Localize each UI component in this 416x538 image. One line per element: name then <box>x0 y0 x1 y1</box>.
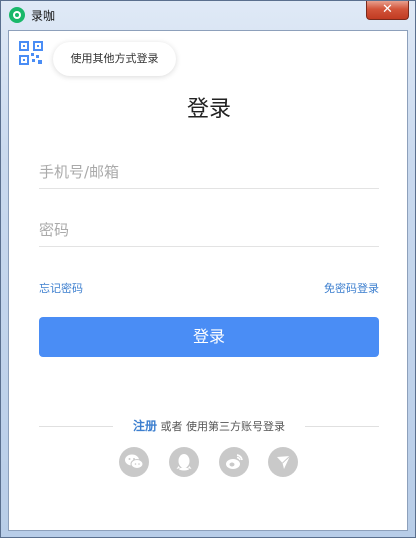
window-title: 录咖 <box>31 9 56 23</box>
third-party-prompt: 注册 或者 使用第三方账号登录 <box>113 417 305 434</box>
qq-icon <box>176 454 192 471</box>
password-input[interactable] <box>39 213 379 247</box>
register-link[interactable]: 注册 <box>133 419 157 433</box>
close-button[interactable]: ✕ <box>366 1 409 20</box>
app-logo-icon <box>9 7 25 23</box>
qr-code-icon[interactable] <box>19 41 43 65</box>
forgot-password-link[interactable]: 忘记密码 <box>39 280 83 296</box>
qq-login-button[interactable] <box>169 447 199 477</box>
weibo-login-button[interactable] <box>219 447 249 477</box>
phone-email-input[interactable] <box>39 155 379 189</box>
login-window: 录咖 ✕ 使用其他方式登录 登录 忘记密码 免密码登录 登录 注册 或者 使用第… <box>0 0 416 538</box>
login-panel: 使用其他方式登录 登录 忘记密码 免密码登录 登录 注册 或者 使用第三方账号登… <box>8 30 408 531</box>
divider-left <box>39 426 113 427</box>
other-login-icon <box>277 455 291 469</box>
other-login-button[interactable] <box>268 447 298 477</box>
wechat-icon <box>125 454 144 469</box>
divider-right <box>305 426 379 427</box>
login-button[interactable]: 登录 <box>39 317 379 357</box>
third-party-text: 或者 使用第三方账号登录 <box>157 420 285 433</box>
page-title: 登录 <box>186 97 231 122</box>
title-bar[interactable]: 录咖 ✕ <box>1 1 415 29</box>
weibo-icon <box>226 454 243 469</box>
passwordless-login-link[interactable]: 免密码登录 <box>324 280 379 296</box>
other-login-tooltip: 使用其他方式登录 <box>53 42 176 76</box>
wechat-login-button[interactable] <box>119 447 149 477</box>
